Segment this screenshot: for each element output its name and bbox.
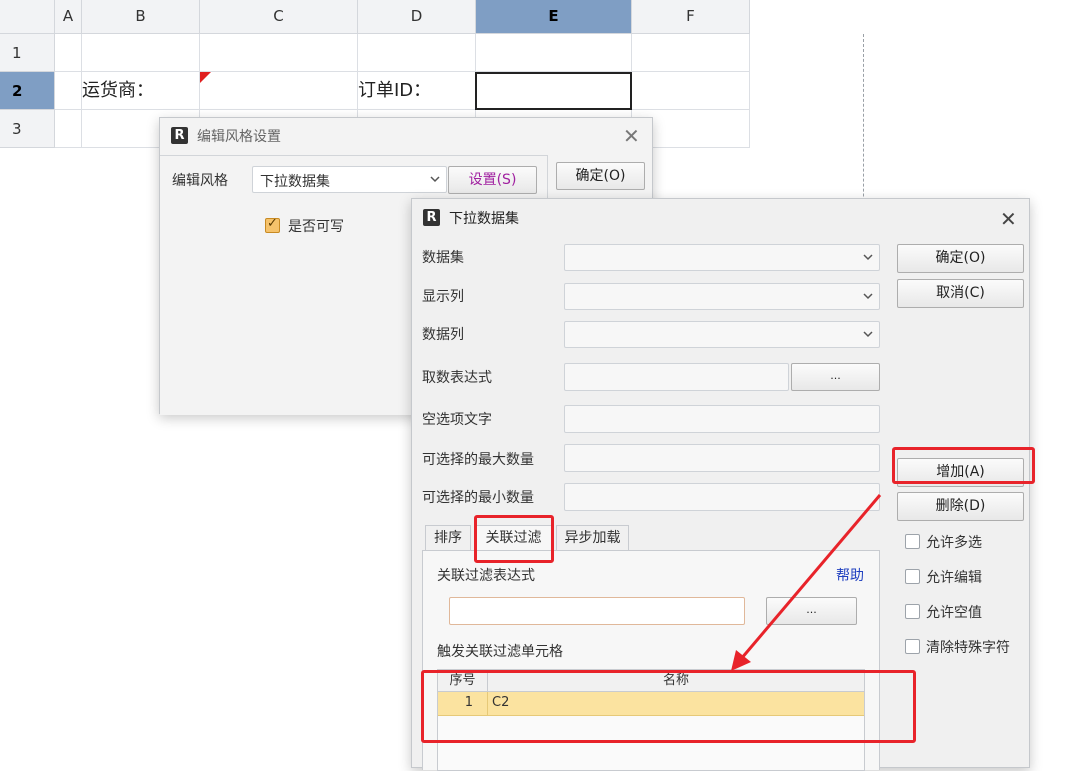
cell-a3[interactable] <box>55 110 82 148</box>
cell-e2[interactable] <box>475 72 632 110</box>
dropdown-dataset-dialog: R 下拉数据集 ✕ 数据集 显示列 数据列 取数表达式 ... 空选项文字 可选… <box>411 198 1030 771</box>
cell-c1[interactable] <box>200 34 358 72</box>
chevron-down-icon <box>430 175 440 182</box>
dataset-label: 数据集 <box>422 250 464 266</box>
cell-d1[interactable] <box>358 34 476 72</box>
tab-sort[interactable]: 排序 <box>425 525 471 551</box>
settings-button[interactable]: 设置(S) <box>448 166 537 194</box>
dropdown-dialog-title: 下拉数据集 <box>449 211 519 227</box>
display-column-select[interactable] <box>564 283 880 310</box>
display-column-label: 显示列 <box>422 289 464 305</box>
filter-expression-label: 关联过滤表达式 <box>437 568 535 584</box>
max-selectable-label: 可选择的最大数量 <box>422 452 534 468</box>
column-header-b[interactable]: B <box>82 0 200 34</box>
dropdown-titlebar[interactable]: R 下拉数据集 ✕ <box>412 199 1029 235</box>
allow-multi-select-checkbox[interactable] <box>905 534 920 549</box>
edit-style-label: 编辑风格 <box>172 173 228 189</box>
cell-c2[interactable] <box>200 72 358 110</box>
empty-option-text-input[interactable] <box>564 405 880 433</box>
table-row-index: 1 <box>438 692 488 715</box>
column-header-a[interactable]: A <box>55 0 82 34</box>
cell-b2[interactable]: 运货商： <box>82 72 200 110</box>
edit-style-select[interactable]: 下拉数据集 <box>252 166 447 193</box>
edit-style-title: 编辑风格设置 <box>197 129 281 145</box>
clear-special-chars-checkbox[interactable] <box>905 639 920 654</box>
cell-c2-widget-marker <box>200 72 211 83</box>
writable-checkbox[interactable] <box>265 216 280 233</box>
data-column-select[interactable] <box>564 321 880 348</box>
writable-label: 是否可写 <box>288 219 344 235</box>
tab-async-load[interactable]: 异步加载 <box>556 525 629 551</box>
filter-expression-browse-button[interactable]: ... <box>766 597 857 625</box>
app-logo-icon: R <box>423 209 440 226</box>
cell-d2[interactable]: 订单ID： <box>358 72 476 110</box>
empty-option-text-label: 空选项文字 <box>422 412 492 428</box>
close-icon[interactable]: ✕ <box>623 126 640 146</box>
allow-empty-label: 允许空值 <box>926 605 982 621</box>
sheet-corner[interactable] <box>0 0 55 34</box>
edit-style-ok-button[interactable]: 确定(O) <box>556 162 645 190</box>
close-icon[interactable]: ✕ <box>1000 209 1017 229</box>
table-header-name: 名称 <box>488 670 864 692</box>
filter-expression-input[interactable] <box>449 597 745 625</box>
table-header-index: 序号 <box>438 670 488 692</box>
row-header-2[interactable]: 2 <box>0 72 55 110</box>
edit-style-select-value: 下拉数据集 <box>260 174 330 190</box>
trigger-cells-table: 序号 名称 1 C2 <box>437 669 865 771</box>
column-header-f[interactable]: F <box>632 0 750 34</box>
dataset-select[interactable] <box>564 244 880 271</box>
fetch-expression-browse-button[interactable]: ... <box>791 363 880 391</box>
min-selectable-label: 可选择的最小数量 <box>422 490 534 506</box>
app-logo-icon: R <box>171 127 188 144</box>
fetch-expression-input[interactable] <box>564 363 789 391</box>
cancel-button[interactable]: 取消(C) <box>897 279 1024 308</box>
help-link[interactable]: 帮助 <box>836 565 864 585</box>
chevron-down-icon <box>863 292 873 299</box>
delete-button[interactable]: 删除(D) <box>897 492 1024 521</box>
allow-edit-checkbox[interactable] <box>905 569 920 584</box>
cell-e1[interactable] <box>476 34 632 72</box>
cell-a1[interactable] <box>55 34 82 72</box>
column-header-e[interactable]: E <box>476 0 632 34</box>
cell-f2[interactable] <box>632 72 750 110</box>
trigger-cells-label: 触发关联过滤单元格 <box>437 644 563 660</box>
table-row[interactable]: 1 C2 <box>438 692 864 716</box>
table-row-name[interactable]: C2 <box>492 692 509 714</box>
allow-multi-select-label: 允许多选 <box>926 535 982 551</box>
min-selectable-input[interactable] <box>564 483 880 511</box>
column-header-d[interactable]: D <box>358 0 476 34</box>
allow-empty-checkbox[interactable] <box>905 604 920 619</box>
column-header-c[interactable]: C <box>200 0 358 34</box>
data-column-label: 数据列 <box>422 327 464 343</box>
row-header-1[interactable]: 1 <box>0 34 55 72</box>
fetch-expression-label: 取数表达式 <box>422 370 492 386</box>
cell-b1[interactable] <box>82 34 200 72</box>
cell-f1[interactable] <box>632 34 750 72</box>
max-selectable-input[interactable] <box>564 444 880 472</box>
clear-special-chars-label: 清除特殊字符 <box>926 640 1010 656</box>
tab-linked-filter[interactable]: 关联过滤 <box>475 525 552 551</box>
add-button[interactable]: 增加(A) <box>897 458 1024 487</box>
chevron-down-icon <box>863 253 873 260</box>
allow-edit-label: 允许编辑 <box>926 570 982 586</box>
cell-a2[interactable] <box>55 72 82 110</box>
linked-filter-panel: 关联过滤表达式 帮助 ... 触发关联过滤单元格 序号 名称 1 C2 <box>422 550 880 771</box>
chevron-down-icon <box>863 330 873 337</box>
row-header-3[interactable]: 3 <box>0 110 55 148</box>
edit-style-titlebar[interactable]: R 编辑风格设置 ✕ <box>160 118 652 154</box>
ok-button[interactable]: 确定(O) <box>897 244 1024 273</box>
